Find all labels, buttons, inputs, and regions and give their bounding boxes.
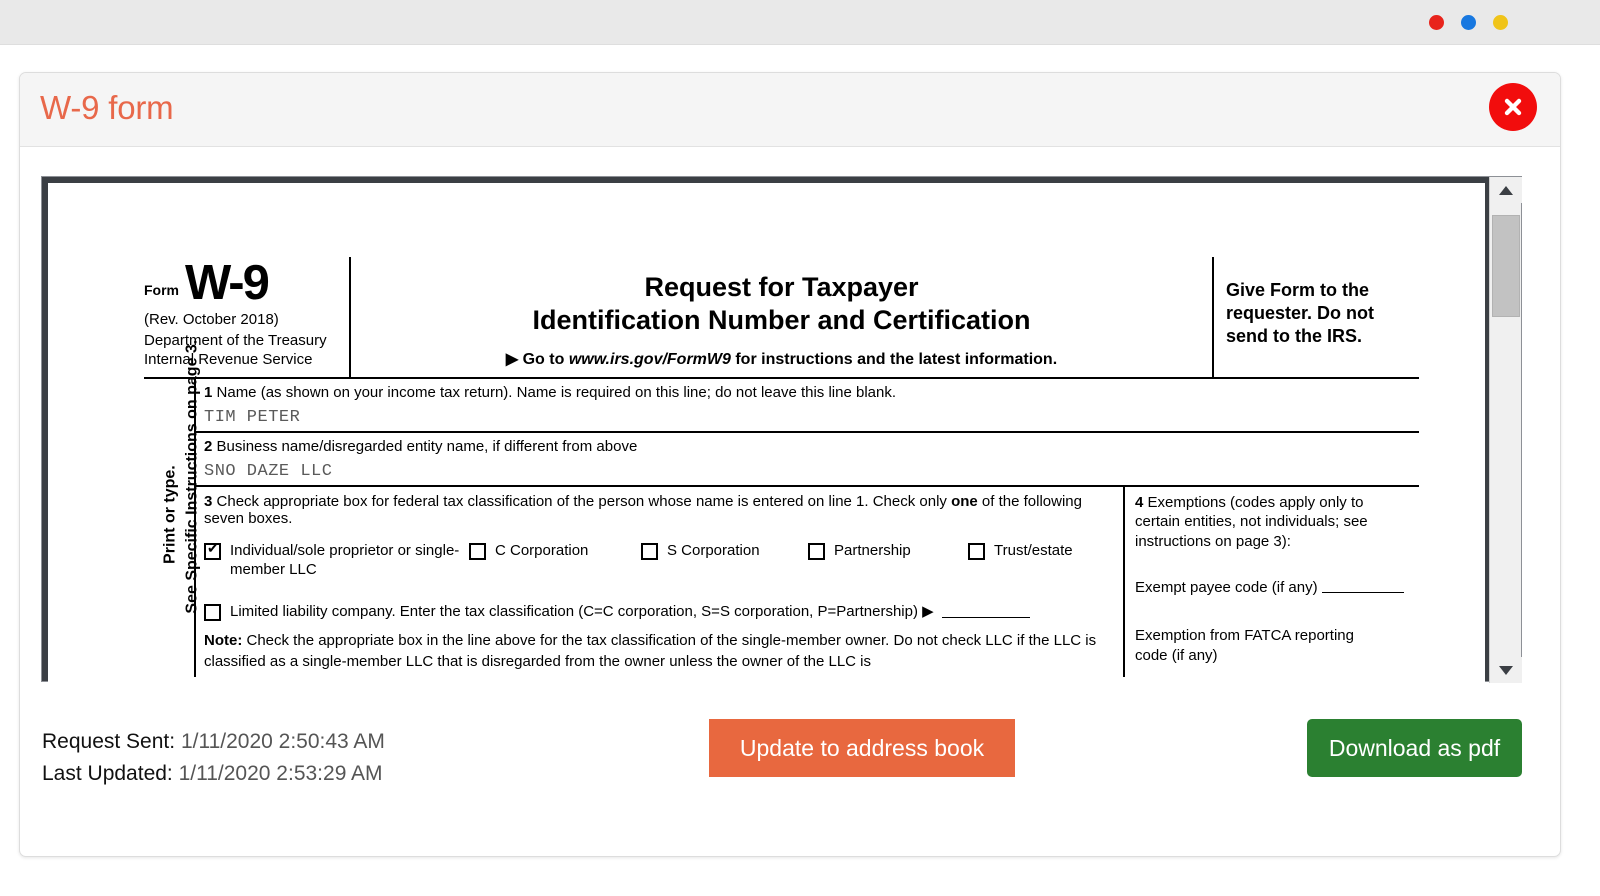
w9-line2-value[interactable]: SNO DAZE LLC <box>204 462 1411 481</box>
w9-classification-checkboxes: Individual/sole proprietor or single-mem… <box>204 540 1115 580</box>
w9-line-2: 2 Business name/disregarded entity name,… <box>196 433 1419 487</box>
close-icon[interactable] <box>1489 83 1537 131</box>
w9-form-word: Form <box>144 282 179 299</box>
checkbox-label: S Corporation <box>667 541 760 559</box>
fatca-label-line2: code (if any) <box>1135 646 1218 664</box>
checkbox-label: Partnership <box>834 541 911 559</box>
close-window-dot[interactable] <box>1429 15 1444 30</box>
last-updated-label: Last Updated: <box>42 762 173 785</box>
checkbox-icon-checked[interactable] <box>204 540 221 560</box>
scroll-down-arrow-icon[interactable] <box>1490 657 1522 683</box>
pdf-preview-frame: Form W-9 (Rev. October 2018) Department … <box>41 176 1522 683</box>
w9-line3-note: Note: Check the appropriate box in the l… <box>204 631 1115 672</box>
w9-note-bold: Note: <box>204 632 243 650</box>
w9-title-block: Request for Taxpayer Identification Numb… <box>349 257 1214 377</box>
scrollbar-thumb[interactable] <box>1492 215 1520 317</box>
checkbox-label: Individual/sole proprietor or single-mem… <box>230 541 460 579</box>
checkbox-icon[interactable] <box>968 542 985 560</box>
llc-classification-input[interactable] <box>941 606 1030 618</box>
checkbox-icon[interactable] <box>641 542 658 560</box>
w9-line4-number: 4 <box>1135 493 1144 511</box>
update-to-address-book-button[interactable]: Update to address book <box>709 719 1015 777</box>
w9-line1-number: 1 <box>204 383 213 401</box>
w9-department-line1: Department of the Treasury <box>144 331 327 349</box>
exempt-payee-code-field[interactable]: Exempt payee code (if any) <box>1135 579 1411 596</box>
minimize-window-dot[interactable] <box>1461 15 1476 30</box>
fatca-code-field[interactable]: Exemption from FATCA reporting code (if … <box>1135 626 1411 665</box>
w9-department-line2: Internal Revenue Service <box>144 350 313 368</box>
w9-form-number: W-9 <box>185 256 270 311</box>
w9-line-4: 4 Exemptions (codes apply only to certai… <box>1123 486 1419 677</box>
w9-revision: (Rev. October 2018) <box>144 311 279 329</box>
w9-line1-value[interactable]: TIM PETER <box>204 408 1411 427</box>
w9-give-form-block: Give Form to the requester. Do not send … <box>1214 257 1419 377</box>
checkbox-trust-estate[interactable]: Trust/estate <box>968 541 1073 561</box>
request-sent-line: Request Sent: 1/11/2020 2:50:43 AM <box>42 730 385 754</box>
w9-side-note-line1: Print or type. <box>161 465 179 564</box>
w9-form-identity: Form W-9 (Rev. October 2018) Department … <box>144 257 349 377</box>
fatca-label-line1: Exemption from FATCA reporting <box>1135 627 1354 645</box>
checkbox-label: Limited liability company. Enter the tax… <box>230 602 934 620</box>
window-controls <box>1429 15 1508 30</box>
w9-rows: 1 Name (as shown on your income tax retu… <box>196 379 1419 677</box>
request-sent-value: 1/11/2020 2:50:43 AM <box>180 730 385 753</box>
w9-goto-line: ▶ Go to www.irs.gov/FormW9 for instructi… <box>359 349 1204 369</box>
checkbox-icon[interactable] <box>204 604 221 622</box>
w9-line2-label: Business name/disregarded entity name, i… <box>216 437 638 455</box>
maximize-window-dot[interactable] <box>1493 15 1508 30</box>
w9-document: Form W-9 (Rev. October 2018) Department … <box>144 257 1419 677</box>
last-updated-value: 1/11/2020 2:53:29 AM <box>178 762 383 785</box>
w9-header: Form W-9 (Rev. October 2018) Department … <box>144 257 1419 379</box>
exempt-payee-code-label: Exempt payee code (if any) <box>1135 579 1318 597</box>
w9-give-form-note: Give Form to the requester. Do not send … <box>1226 280 1375 347</box>
w9-line3-label-bold: one <box>951 492 978 510</box>
exempt-payee-code-input[interactable] <box>1321 592 1404 594</box>
w9-line1-label: Name (as shown on your income tax return… <box>216 383 897 401</box>
w9-title-line2: Identification Number and Certification <box>532 304 1031 335</box>
w9-line-3-4: 3 Check appropriate box for federal tax … <box>196 486 1419 677</box>
w9-goto-prefix: ▶ Go to <box>505 350 569 368</box>
w9-form-modal: W-9 form Form W-9 (Rev. October 2018) De… <box>19 72 1561 857</box>
download-as-pdf-button[interactable]: Download as pdf <box>1307 719 1522 777</box>
checkbox-label: Trust/estate <box>994 541 1073 559</box>
w9-line3-number: 3 <box>204 492 213 510</box>
checkbox-partnership[interactable]: Partnership <box>808 541 968 561</box>
w9-line2-number: 2 <box>204 437 213 455</box>
checkbox-label: C Corporation <box>495 541 589 559</box>
modal-header: W-9 form <box>20 73 1560 147</box>
w9-title-line1: Request for Taxpayer <box>644 272 919 302</box>
w9-body: Print or type. See Specific Instructions… <box>144 340 1419 677</box>
w9-line4-label: Exemptions (codes apply only to certain … <box>1135 493 1368 550</box>
browser-chrome-bar <box>0 0 1600 45</box>
last-updated-line: Last Updated: 1/11/2020 2:53:29 AM <box>42 762 385 786</box>
checkbox-icon[interactable] <box>808 542 825 560</box>
w9-side-note: Print or type. See Specific Instructions… <box>144 340 200 677</box>
pdf-page: Form W-9 (Rev. October 2018) Department … <box>48 183 1485 683</box>
request-sent-label: Request Sent: <box>42 730 176 753</box>
checkbox-c-corporation[interactable]: C Corporation <box>469 541 641 561</box>
w9-line3-label-a: Check appropriate box for federal tax cl… <box>216 492 952 510</box>
checkbox-s-corporation[interactable]: S Corporation <box>641 541 808 561</box>
w9-goto-suffix: for instructions and the latest informat… <box>730 350 1058 368</box>
w9-side-note-line2: See Specific Instructions on page 3. <box>183 339 201 614</box>
checkbox-limited-liability-company[interactable]: Limited liability company. Enter the tax… <box>204 602 1115 622</box>
request-metadata: Request Sent: 1/11/2020 2:50:43 AM Last … <box>42 730 385 794</box>
checkbox-icon[interactable] <box>469 542 486 560</box>
scroll-up-arrow-icon[interactable] <box>1490 177 1522 203</box>
w9-note-text: Check the appropriate box in the line ab… <box>204 632 1097 671</box>
w9-line-1: 1 Name (as shown on your income tax retu… <box>196 379 1419 433</box>
w9-line-3: 3 Check appropriate box for federal tax … <box>196 487 1123 677</box>
w9-goto-url: www.irs.gov/FormW9 <box>568 350 731 368</box>
page-title: W-9 form <box>40 89 174 126</box>
checkbox-individual-sole-proprietor[interactable]: Individual/sole proprietor or single-mem… <box>204 540 469 580</box>
pdf-scrollbar[interactable] <box>1489 177 1522 683</box>
